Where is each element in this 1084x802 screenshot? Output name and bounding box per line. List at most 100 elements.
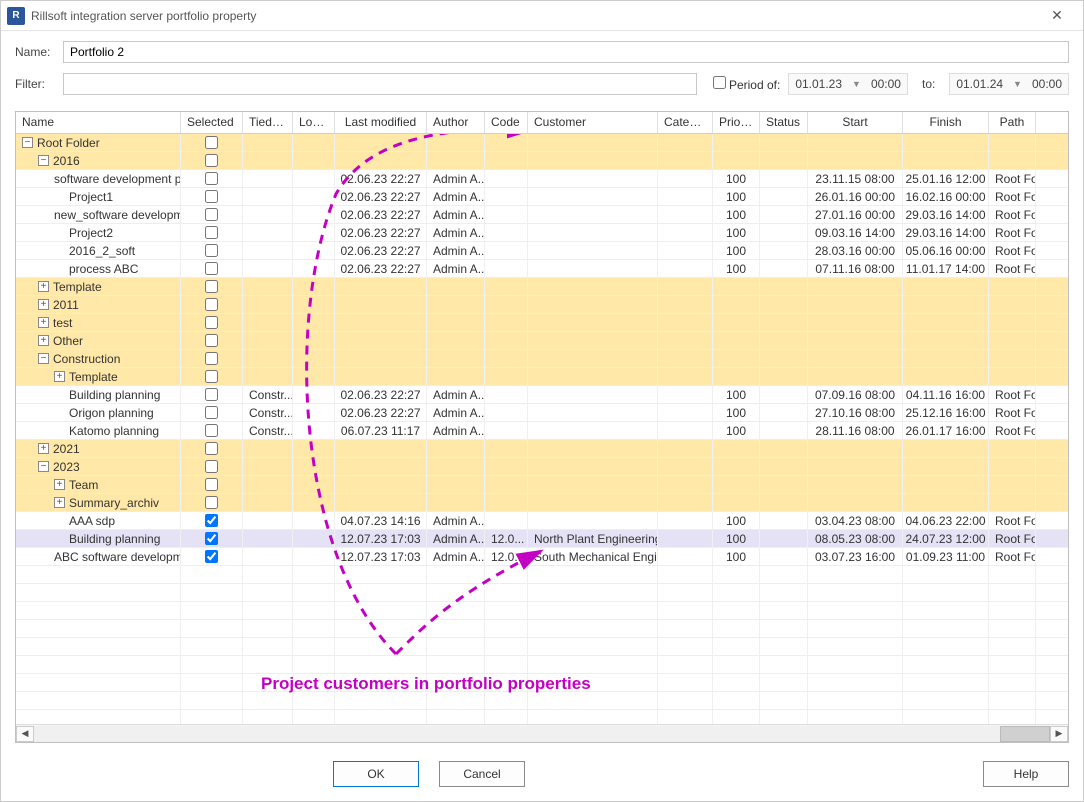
row-checkbox[interactable] <box>205 478 218 491</box>
ok-button[interactable]: OK <box>333 761 419 787</box>
cell-name[interactable]: +Other <box>16 332 181 349</box>
cell-name[interactable]: +Template <box>16 368 181 385</box>
row-checkbox[interactable] <box>205 442 218 455</box>
cell-name[interactable]: −2023 <box>16 458 181 475</box>
cell-selected[interactable] <box>181 170 243 187</box>
project-row[interactable]: Origon planningConstr...02.06.23 22:27Ad… <box>16 404 1068 422</box>
cell-selected[interactable] <box>181 530 243 547</box>
row-checkbox[interactable] <box>205 280 218 293</box>
cell-name[interactable]: +Template <box>16 278 181 295</box>
cell-name[interactable]: +test <box>16 314 181 331</box>
cell-name[interactable]: Building planning <box>16 386 181 403</box>
scroll-left-icon[interactable]: ◀ <box>16 726 34 742</box>
chevron-down-icon[interactable]: ▼ <box>1009 79 1026 89</box>
col-selected[interactable]: Selected <box>181 112 243 133</box>
row-checkbox[interactable] <box>205 496 218 509</box>
row-checkbox[interactable] <box>205 226 218 239</box>
horizontal-scrollbar[interactable]: ◀ ▶ <box>16 724 1068 742</box>
project-row[interactable]: Building planningConstr...02.06.23 22:27… <box>16 386 1068 404</box>
cell-name[interactable]: ABC software developm <box>16 548 181 565</box>
row-checkbox[interactable] <box>205 514 218 527</box>
expand-icon[interactable]: + <box>38 335 49 346</box>
scroll-right-icon[interactable]: ▶ <box>1050 726 1068 742</box>
cell-selected[interactable] <box>181 260 243 277</box>
row-checkbox[interactable] <box>205 316 218 329</box>
cell-selected[interactable] <box>181 350 243 367</box>
folder-row[interactable]: +2011 <box>16 296 1068 314</box>
row-checkbox[interactable] <box>205 550 218 563</box>
row-checkbox[interactable] <box>205 136 218 149</box>
cell-selected[interactable] <box>181 188 243 205</box>
period-checkbox-label[interactable]: Period of: <box>713 76 781 92</box>
row-checkbox[interactable] <box>205 172 218 185</box>
expand-icon[interactable]: + <box>38 317 49 328</box>
expand-icon[interactable]: + <box>38 299 49 310</box>
expand-icon[interactable]: + <box>38 443 49 454</box>
expand-icon[interactable]: + <box>54 497 65 508</box>
name-input[interactable] <box>63 41 1069 63</box>
col-finish[interactable]: Finish <box>903 112 989 133</box>
row-checkbox[interactable] <box>205 388 218 401</box>
row-checkbox[interactable] <box>205 532 218 545</box>
collapse-icon[interactable]: − <box>38 155 49 166</box>
cell-name[interactable]: Project2 <box>16 224 181 241</box>
scroll-thumb[interactable] <box>1000 726 1050 742</box>
close-icon[interactable]: ✕ <box>1037 2 1077 30</box>
cell-name[interactable]: +2011 <box>16 296 181 313</box>
cell-name[interactable]: AAA sdp <box>16 512 181 529</box>
cell-selected[interactable] <box>181 458 243 475</box>
col-modified[interactable]: Last modified <box>335 112 427 133</box>
row-checkbox[interactable] <box>205 424 218 437</box>
cell-name[interactable]: +2021 <box>16 440 181 457</box>
expand-icon[interactable]: + <box>54 371 65 382</box>
col-author[interactable]: Author <box>427 112 485 133</box>
folder-row[interactable]: +Summary_archiv <box>16 494 1068 512</box>
cell-selected[interactable] <box>181 422 243 439</box>
help-button[interactable]: Help <box>983 761 1069 787</box>
cell-selected[interactable] <box>181 134 243 151</box>
col-code[interactable]: Code <box>485 112 528 133</box>
row-checkbox[interactable] <box>205 298 218 311</box>
cell-name[interactable]: +Team <box>16 476 181 493</box>
folder-row[interactable]: −Root Folder <box>16 134 1068 152</box>
project-row[interactable]: software development p02.06.23 22:27Admi… <box>16 170 1068 188</box>
row-checkbox[interactable] <box>205 334 218 347</box>
filter-input[interactable] <box>63 73 697 95</box>
col-name[interactable]: Name <box>16 112 181 133</box>
cell-selected[interactable] <box>181 278 243 295</box>
cell-name[interactable]: new_software developm <box>16 206 181 223</box>
cell-name[interactable]: −2016 <box>16 152 181 169</box>
cell-name[interactable]: Project1 <box>16 188 181 205</box>
cell-selected[interactable] <box>181 368 243 385</box>
chevron-down-icon[interactable]: ▼ <box>848 79 865 89</box>
col-status[interactable]: Status <box>760 112 808 133</box>
col-lock[interactable]: Lock... <box>293 112 335 133</box>
row-checkbox[interactable] <box>205 262 218 275</box>
folder-row[interactable]: −2023 <box>16 458 1068 476</box>
project-row[interactable]: Project102.06.23 22:27Admin A...10026.01… <box>16 188 1068 206</box>
cell-name[interactable]: Building planning <box>16 530 181 547</box>
folder-row[interactable]: +Template <box>16 368 1068 386</box>
row-checkbox[interactable] <box>205 154 218 167</box>
row-checkbox[interactable] <box>205 352 218 365</box>
period-checkbox[interactable] <box>713 76 726 89</box>
folder-row[interactable]: −2016 <box>16 152 1068 170</box>
cell-name[interactable]: 2016_2_soft <box>16 242 181 259</box>
period-from-date[interactable]: 01.01.23 ▼ 00:00 <box>788 73 908 95</box>
project-row[interactable]: Katomo planningConstr...06.07.23 11:17Ad… <box>16 422 1068 440</box>
row-checkbox[interactable] <box>205 190 218 203</box>
project-row[interactable]: ABC software developm12.07.23 17:03Admin… <box>16 548 1068 566</box>
cell-name[interactable]: Origon planning <box>16 404 181 421</box>
row-checkbox[interactable] <box>205 406 218 419</box>
cell-name[interactable]: process ABC <box>16 260 181 277</box>
cell-selected[interactable] <box>181 332 243 349</box>
cell-name[interactable]: Katomo planning <box>16 422 181 439</box>
col-tied[interactable]: Tied to... <box>243 112 293 133</box>
collapse-icon[interactable]: − <box>38 461 49 472</box>
col-path[interactable]: Path <box>989 112 1036 133</box>
folder-row[interactable]: +2021 <box>16 440 1068 458</box>
cell-selected[interactable] <box>181 404 243 421</box>
collapse-icon[interactable]: − <box>38 353 49 364</box>
col-start[interactable]: Start <box>808 112 903 133</box>
collapse-icon[interactable]: − <box>22 137 33 148</box>
